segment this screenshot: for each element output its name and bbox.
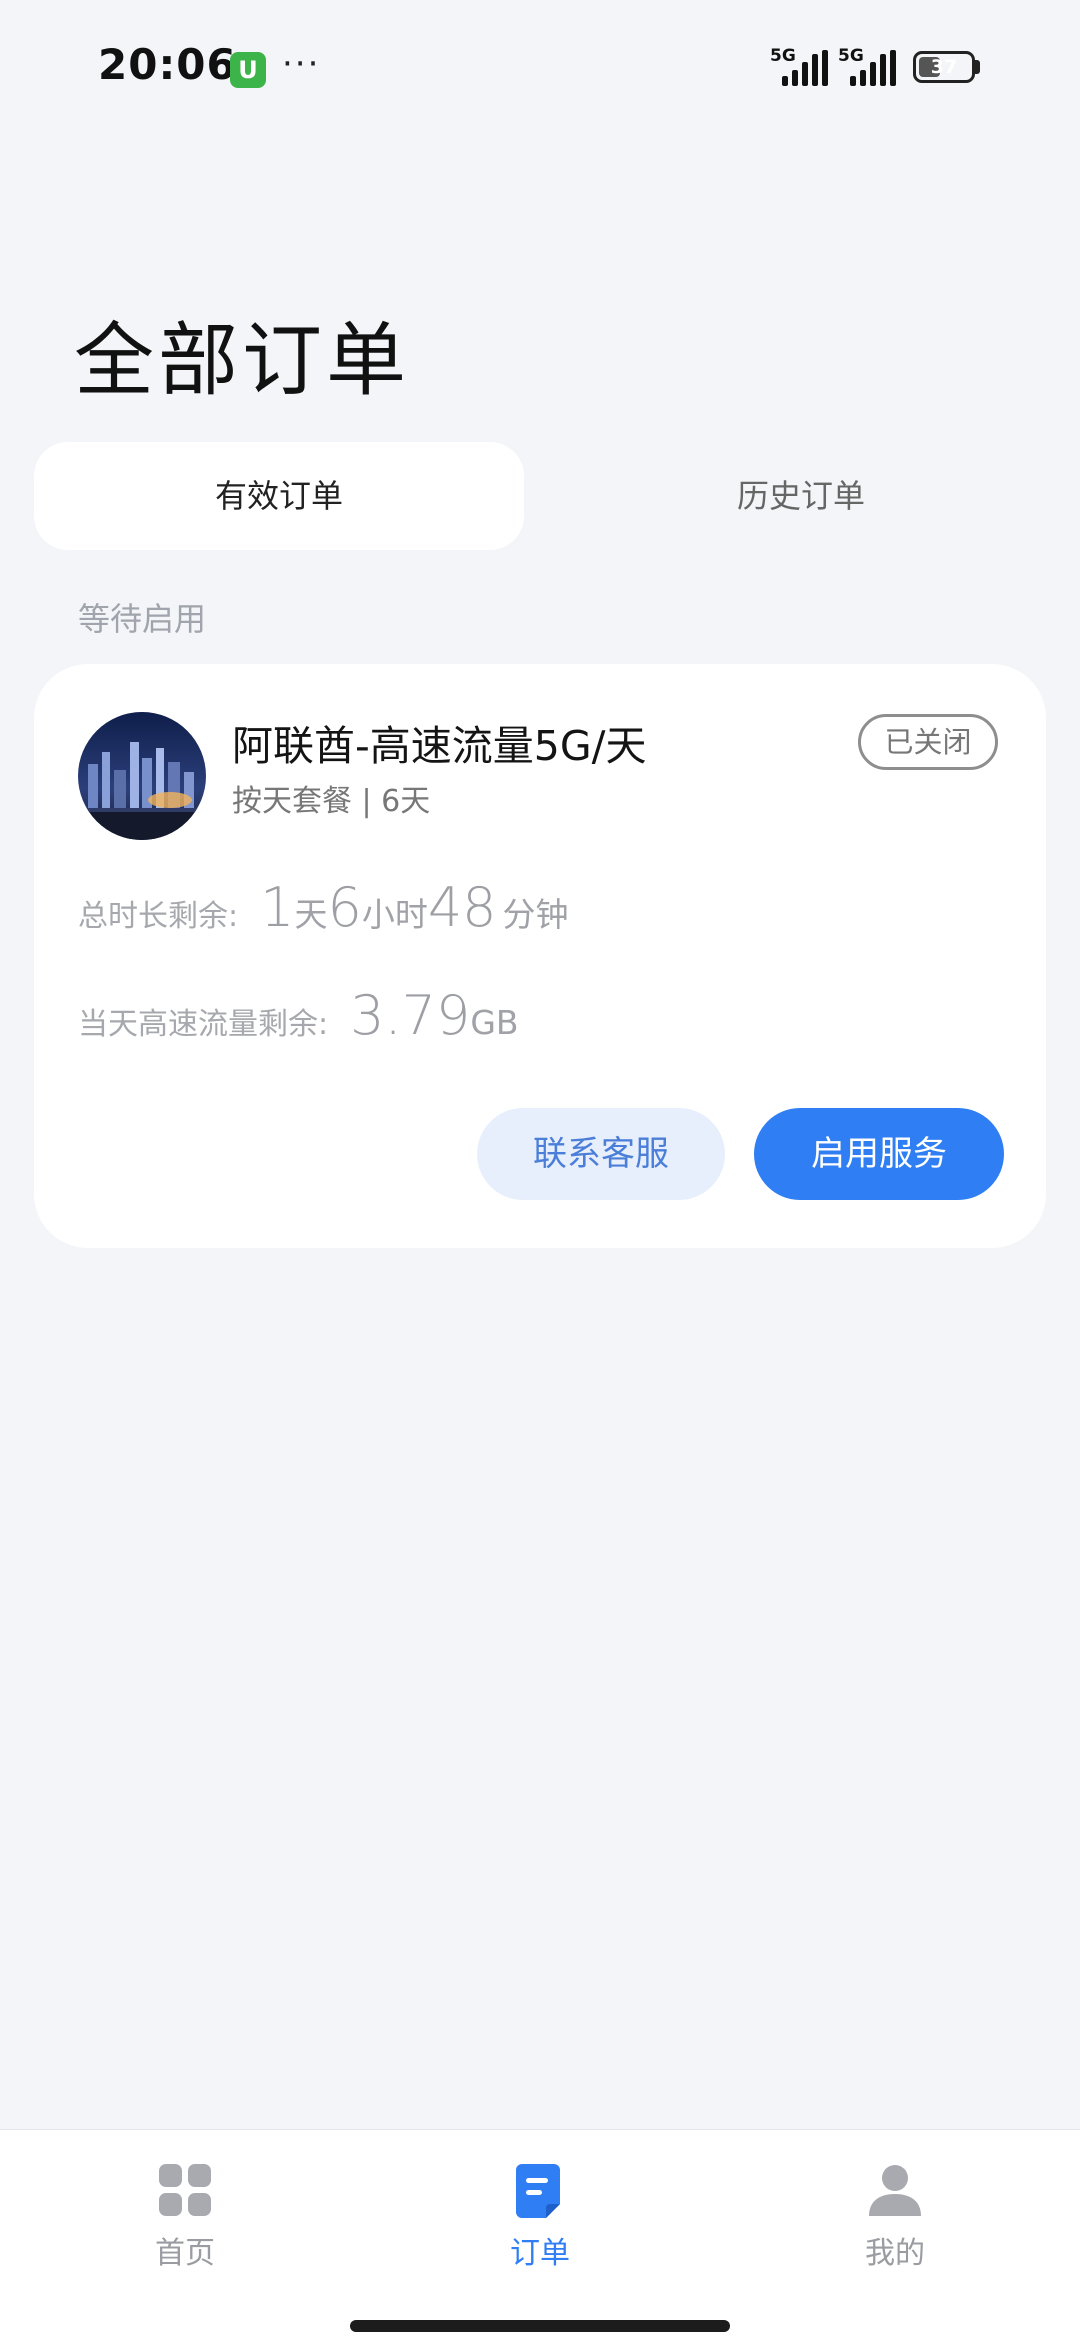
section-label: 等待启用 [78,600,207,638]
remaining-data-value: 3.79 [350,984,471,1047]
order-card[interactable]: 阿联酋-高速流量5G/天 按天套餐 | 6天 已关闭 总时长剩余: 1 天 6 … [34,664,1046,1248]
days-unit: 天 [294,895,328,934]
product-title: 阿联酋-高速流量5G/天 [232,722,647,770]
bottom-nav: 首页 订单 我的 [0,2129,1080,2352]
more-notifications-icon: ··· [282,44,321,84]
order-tabs: 有效订单 历史订单 [34,442,1046,550]
hours-unit: 小时 [361,895,428,934]
nav-orders[interactable]: 订单 [460,2160,620,2272]
nav-me[interactable]: 我的 [815,2160,975,2272]
nav-home-label: 首页 [155,2236,215,2271]
tab-history-orders[interactable]: 历史订单 [556,442,1046,550]
user-profile-icon [865,2160,925,2220]
remaining-minutes: 48 [427,876,497,939]
battery-level: 37 [930,56,958,78]
signal-sim1-icon: 5G [770,46,832,86]
nav-home[interactable]: 首页 [105,2160,265,2272]
home-grid-icon [155,2160,215,2220]
product-subtitle: 按天套餐 | 6天 [232,784,431,819]
remaining-data: 当天高速流量剩余: 3.79 GB [78,984,519,1047]
battery-cap [975,60,980,74]
data-unit: GB [470,1003,519,1042]
status-time: 20:06 [98,40,237,89]
minutes-unit: 分钟 [502,895,569,934]
home-indicator[interactable] [350,2320,730,2332]
remaining-data-label: 当天高速流量剩余: [78,1007,329,1042]
nav-orders-label: 订单 [510,2236,570,2271]
order-document-icon [510,2160,570,2220]
remaining-hours: 6 [327,876,362,939]
contact-support-button[interactable]: 联系客服 [477,1108,725,1200]
tab-active-orders[interactable]: 有效订单 [34,442,524,550]
app-notification-icon: U [230,52,266,88]
status-bar: 20:06 U ··· 5G 5G 37 [0,0,1080,130]
start-service-button[interactable]: 启用服务 [754,1108,1004,1200]
page-title: 全部订单 [74,314,410,407]
signal-sim2-icon: 5G [838,46,904,86]
destination-thumbnail [78,712,206,840]
order-status-badge: 已关闭 [858,714,998,770]
nav-me-label: 我的 [865,2236,925,2271]
remaining-time-label: 总时长剩余: [78,899,239,934]
remaining-time: 总时长剩余: 1 天 6 小时 48 分钟 [78,876,569,939]
remaining-days: 1 [260,876,295,939]
battery-icon: 37 [913,51,975,83]
